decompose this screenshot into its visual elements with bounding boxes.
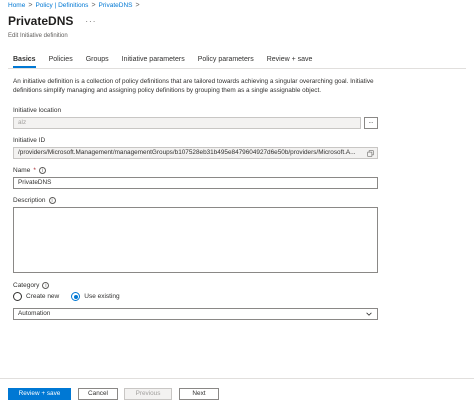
more-options-icon[interactable]: ··· xyxy=(85,17,96,26)
breadcrumb-separator: > xyxy=(28,2,33,9)
radio-use-existing-label: Use existing xyxy=(84,293,120,300)
category-dropdown[interactable]: Automation xyxy=(13,308,378,320)
initiative-location-label-text: Initiative location xyxy=(13,107,62,114)
intro-description: An initiative definition is a collection… xyxy=(13,78,374,94)
description-label-text: Description xyxy=(13,197,46,204)
breadcrumb-policy-definitions[interactable]: Policy | Definitions xyxy=(35,2,88,9)
footer-divider xyxy=(0,378,474,379)
radio-circle-icon[interactable] xyxy=(13,292,22,301)
cancel-button[interactable]: Cancel xyxy=(78,388,118,400)
browse-location-button[interactable]: ... xyxy=(364,117,378,129)
info-icon[interactable]: i xyxy=(42,282,50,289)
chevron-down-icon xyxy=(366,312,372,316)
category-label-text: Category xyxy=(13,282,40,289)
breadcrumb: Home > Policy | Definitions > PrivateDNS… xyxy=(8,2,140,9)
next-button[interactable]: Next xyxy=(179,388,219,400)
initiative-id-label: Initiative ID xyxy=(13,137,45,144)
tab-policies[interactable]: Policies xyxy=(49,56,73,68)
page-subtitle: Edit Initiative definition xyxy=(8,33,68,39)
initiative-id-label-text: Initiative ID xyxy=(13,137,46,144)
required-mark: * xyxy=(33,167,36,174)
category-label: Category i xyxy=(13,282,50,289)
tab-initiative-parameters[interactable]: Initiative parameters xyxy=(122,56,185,68)
description-textarea[interactable] xyxy=(13,207,378,273)
radio-create-new[interactable]: Create new xyxy=(13,292,59,301)
tab-review-save[interactable]: Review + save xyxy=(267,56,313,68)
radio-create-new-label: Create new xyxy=(26,293,60,300)
breadcrumb-privatedns[interactable]: PrivateDNS xyxy=(99,2,133,9)
breadcrumb-home[interactable]: Home xyxy=(8,2,25,9)
tab-groups[interactable]: Groups xyxy=(86,56,109,68)
tab-bar: Basics Policies Groups Initiative parame… xyxy=(13,56,325,68)
info-icon[interactable]: i xyxy=(48,197,56,204)
review-save-button[interactable]: Review + save xyxy=(8,388,71,400)
name-label-text: Name xyxy=(13,167,31,174)
description-label: Description i xyxy=(13,197,56,204)
radio-use-existing[interactable]: Use existing xyxy=(71,292,120,301)
info-icon[interactable]: i xyxy=(38,167,46,174)
category-radio-group: Create new Use existing xyxy=(13,292,132,301)
initiative-location-label: Initiative location xyxy=(13,107,61,114)
tab-policy-parameters[interactable]: Policy parameters xyxy=(198,56,254,68)
radio-selected-icon[interactable] xyxy=(71,292,81,301)
breadcrumb-separator: > xyxy=(135,2,140,9)
tabs-divider xyxy=(8,68,466,69)
name-input[interactable]: PrivateDNS xyxy=(13,177,378,189)
name-label: Name * i xyxy=(13,167,46,174)
tab-basics[interactable]: Basics xyxy=(13,56,36,68)
initiative-id-field: /providers/Microsoft.Management/manageme… xyxy=(13,147,378,159)
breadcrumb-separator: > xyxy=(91,2,96,9)
initiative-id-value: /providers/Microsoft.Management/manageme… xyxy=(18,149,356,156)
previous-button[interactable]: Previous xyxy=(124,388,172,400)
category-selected-value: Automation xyxy=(18,310,51,317)
copy-icon[interactable] xyxy=(367,150,374,157)
page-title: PrivateDNS xyxy=(8,14,74,28)
initiative-location-field: alz xyxy=(13,117,361,129)
title-row: PrivateDNS ··· xyxy=(8,14,96,28)
